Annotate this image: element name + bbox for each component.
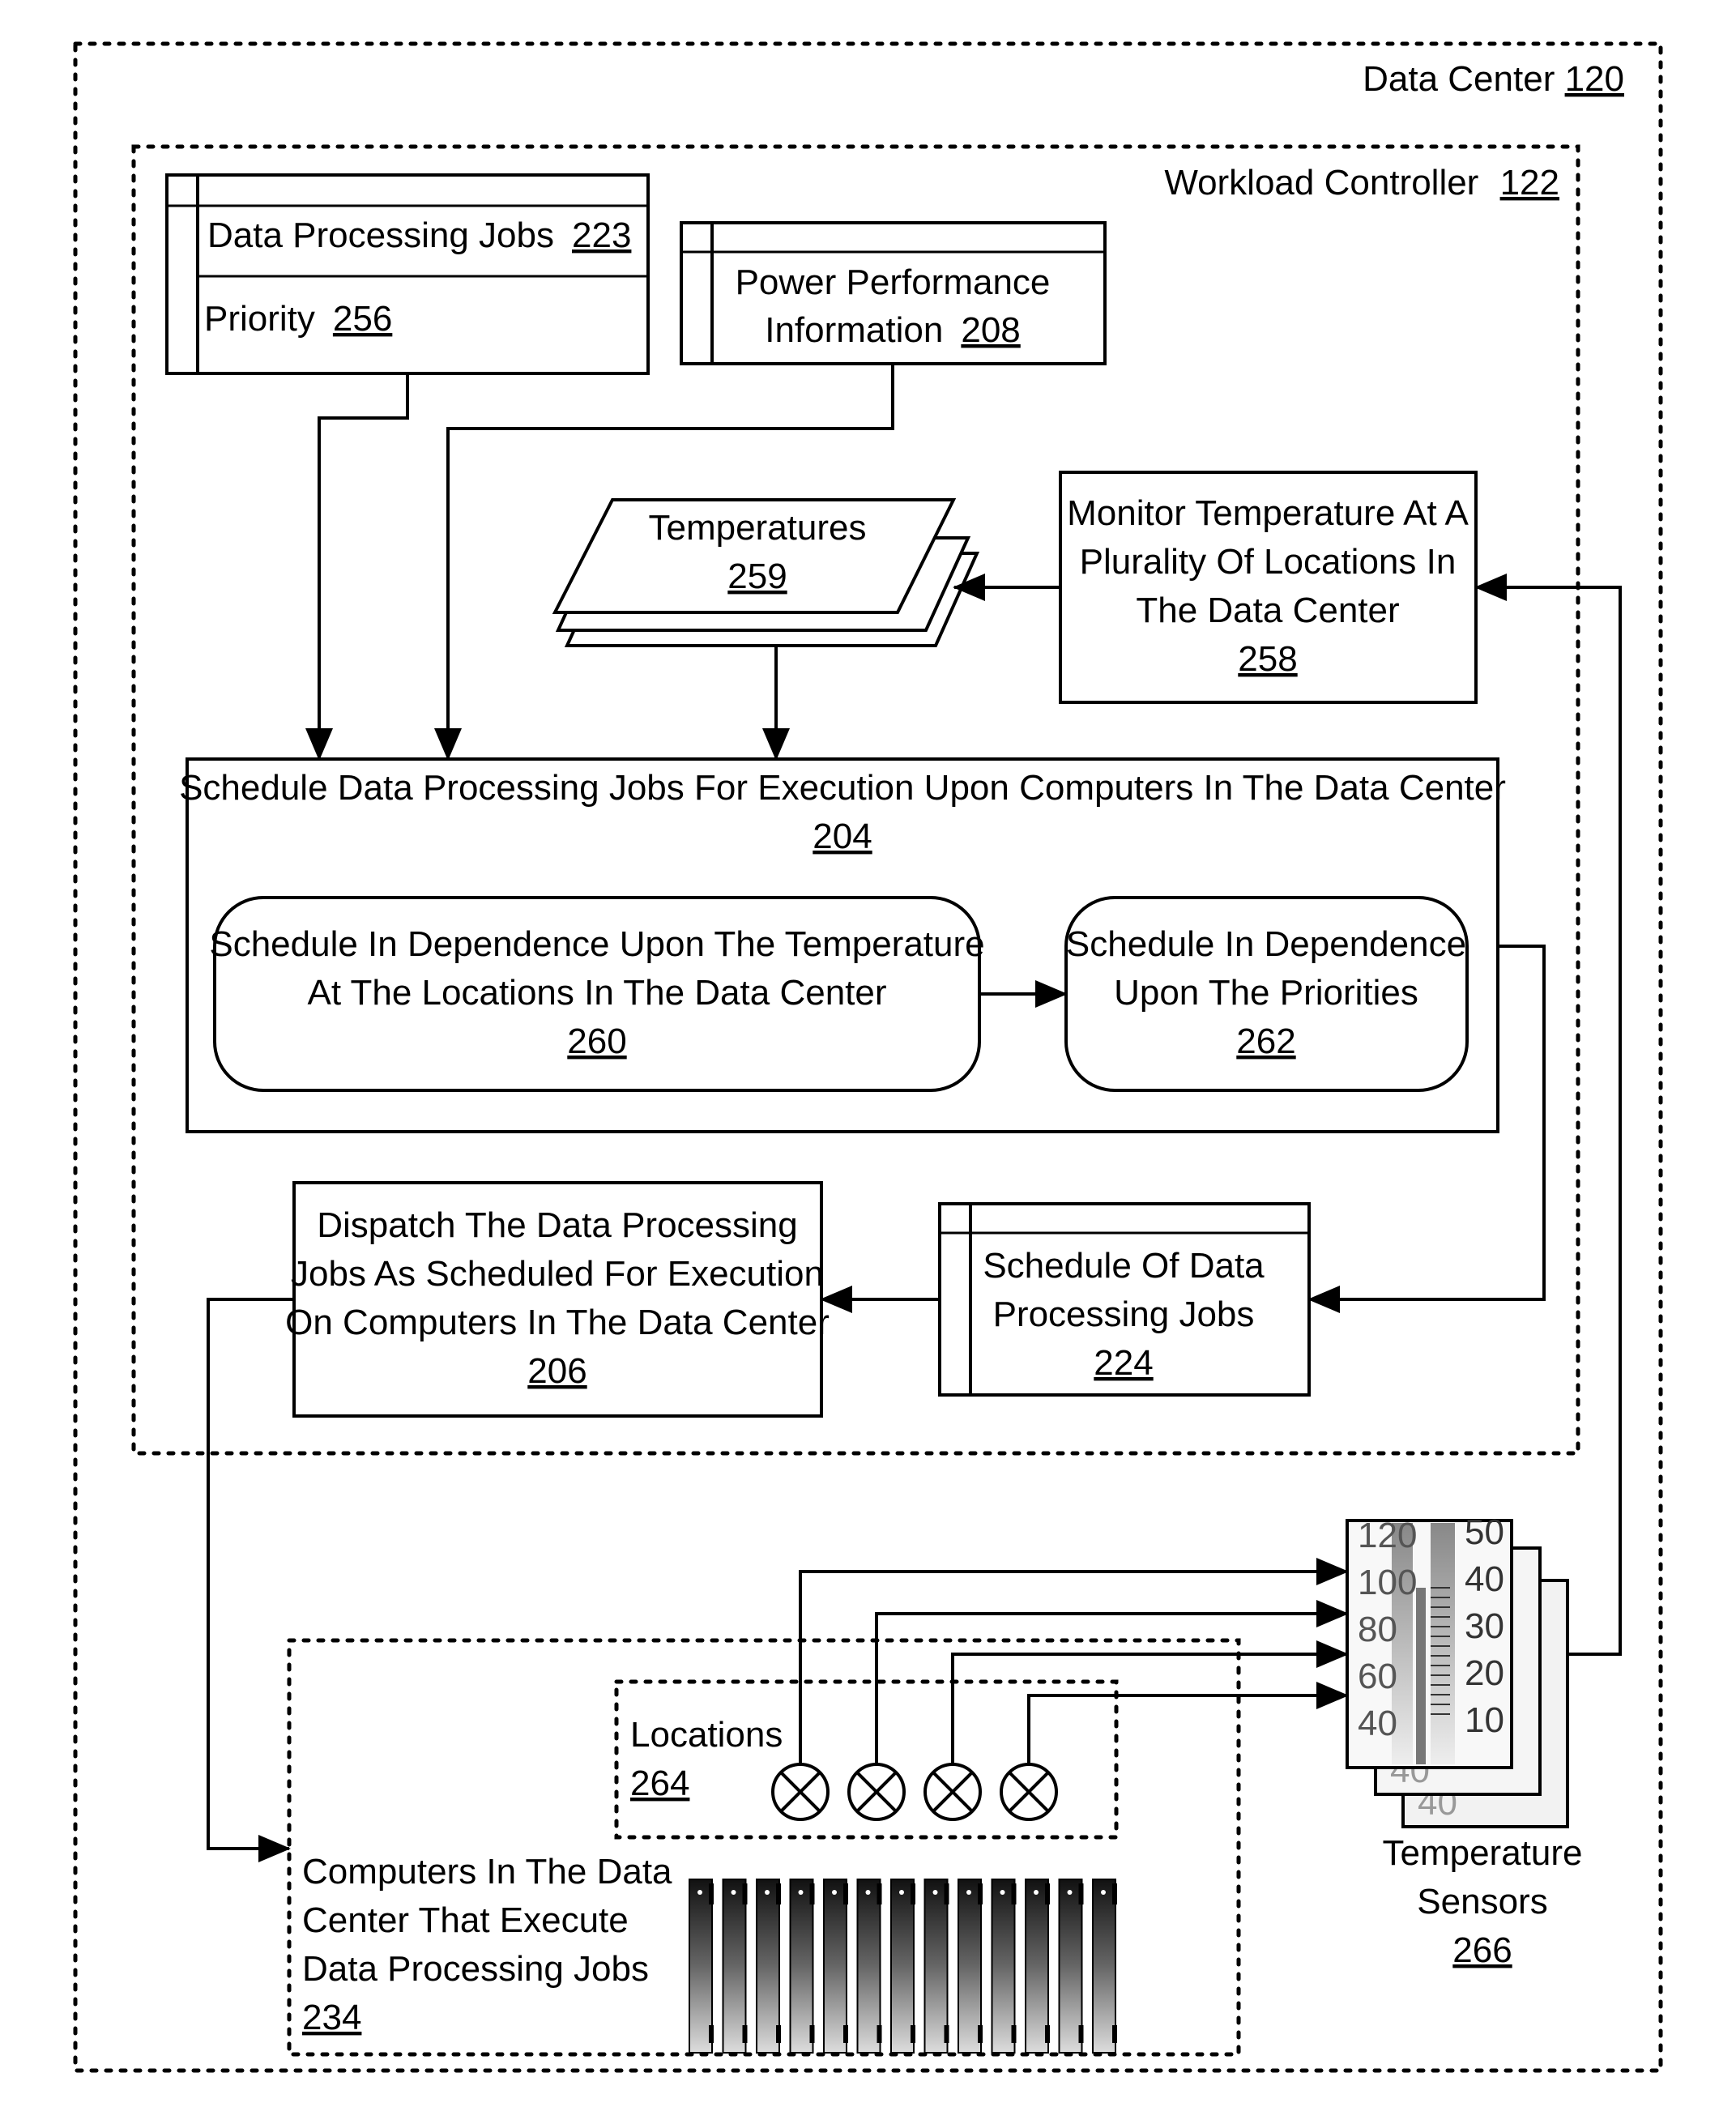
server-blade: [958, 1879, 983, 2054]
power-performance-table[interactable]: Power Performance Information 208: [680, 221, 1107, 365]
server-blade: [1025, 1879, 1050, 2054]
scale-left-label: 120: [1358, 1516, 1417, 1555]
data-center-label: Data Center 120: [1363, 59, 1624, 99]
server-blade: [991, 1879, 1017, 2054]
server-blade: [789, 1879, 815, 2054]
dispatch-ref: 206: [527, 1351, 586, 1391]
data-processing-jobs-table[interactable]: Data Processing Jobs 223 Priority 256: [165, 173, 650, 375]
location-marker-icon: [847, 1763, 906, 1821]
arrow-location-to-sensor: [1027, 1682, 1349, 1764]
dispatch-line1: Dispatch The Data Processing: [317, 1205, 797, 1245]
monitor-ref: 258: [1238, 639, 1297, 679]
temperatures-ref: 259: [727, 557, 787, 596]
monitor-line2: Plurality Of Locations In: [1080, 542, 1457, 582]
scale-left-label: 100: [1358, 1563, 1417, 1602]
schedule-temperature-ref: 260: [567, 1022, 626, 1061]
schedule-priorities-ref: 262: [1236, 1022, 1295, 1061]
dispatch-line2: Jobs As Scheduled For Execution: [291, 1254, 824, 1294]
server-blade: [756, 1879, 781, 2054]
server-blade: [890, 1879, 915, 2054]
monitor-temperature-box[interactable]: Monitor Temperature At A Plurality Of Lo…: [1059, 471, 1478, 704]
server-blade: [823, 1879, 848, 2054]
server-blade: [1092, 1879, 1117, 2054]
sensors-line1: Temperature: [1382, 1833, 1582, 1873]
scale-left-label: 40: [1358, 1704, 1397, 1743]
sensors-ref: 266: [1452, 1930, 1512, 1970]
dispatch-line3: On Computers In The Data Center: [285, 1303, 830, 1342]
location-marker-icon: [771, 1763, 830, 1821]
arrow-location-to-sensor: [951, 1640, 1349, 1764]
computers-ref: 234: [302, 1998, 361, 2037]
schedule-label: Schedule Data Processing Jobs For Execut…: [179, 768, 1506, 808]
arrow-location-to-sensor: [799, 1558, 1349, 1764]
server-blade: [689, 1879, 714, 2054]
schedule-of-jobs-line2: Processing Jobs: [993, 1294, 1255, 1334]
scale-right-label: 10: [1465, 1700, 1504, 1740]
locations-ref: 264: [630, 1764, 689, 1803]
power-performance-line2: Information 208: [765, 310, 1021, 350]
schedule-temperature-line2: At The Locations In The Data Center: [307, 973, 886, 1013]
arrow-dispatch-to-computers: [207, 1298, 294, 1862]
schedule-ref: 204: [813, 817, 872, 856]
schedule-by-priorities-step[interactable]: Schedule In Dependence Upon The Prioriti…: [1064, 896, 1469, 1092]
server-blade: [856, 1879, 882, 2054]
computers-line2: Center That Execute: [302, 1900, 629, 1940]
scale-left-label: 80: [1358, 1610, 1397, 1649]
location-markers: [771, 1763, 1058, 1821]
thermometer-icon: 120 100 80 60 40 50 40 30 20 10: [1346, 1512, 1513, 1769]
arrow-jobs-to-schedule: [305, 373, 409, 761]
server-blade: [1058, 1879, 1084, 2054]
diagram: Data Center 120 Workload Controller 122 …: [73, 41, 1663, 2073]
monitor-line3: The Data Center: [1136, 591, 1399, 630]
schedule-by-temperature-step[interactable]: Schedule In Dependence Upon The Temperat…: [209, 896, 985, 1092]
schedule-priorities-line2: Upon The Priorities: [1114, 973, 1418, 1013]
locations-label: Locations: [630, 1715, 783, 1755]
sensors-line2: Sensors: [1417, 1882, 1547, 1921]
scale-right-label: 40: [1465, 1559, 1504, 1599]
location-marker-icon: [923, 1763, 982, 1821]
computers-line1: Computers In The Data: [302, 1852, 672, 1892]
dispatch-box[interactable]: Dispatch The Data Processing Jobs As Sch…: [285, 1181, 830, 1418]
temperatures-label: Temperatures: [648, 508, 866, 548]
priority-field: Priority 256: [204, 299, 392, 339]
server-blade: [923, 1879, 949, 2054]
temperature-sensors[interactable]: 40 40 120 100 80 60 40 50 40 30 20 10 Temperature…: [1346, 1512, 1583, 1970]
computers-line3: Data Processing Jobs: [302, 1949, 649, 1989]
schedule-temperature-line1: Schedule In Dependence Upon The Temperat…: [209, 924, 984, 964]
scale-right-label: 20: [1465, 1653, 1504, 1693]
scale-left-label: 60: [1358, 1657, 1397, 1696]
monitor-line1: Monitor Temperature At A: [1067, 493, 1469, 533]
scale-right-label: 50: [1465, 1512, 1504, 1552]
schedule-of-jobs-table[interactable]: Schedule Of Data Processing Jobs 224: [938, 1202, 1311, 1397]
schedule-of-jobs-line1: Schedule Of Data: [983, 1246, 1265, 1286]
workload-controller-label: Workload Controller 122: [1164, 163, 1559, 203]
server-blade: [722, 1879, 748, 2054]
power-performance-line1: Power Performance: [736, 262, 1051, 302]
schedule-of-jobs-ref: 224: [1094, 1343, 1153, 1383]
server-rack: [689, 1879, 1117, 2054]
arrow-location-to-sensor: [875, 1600, 1349, 1764]
schedule-priorities-line1: Schedule In Dependence: [1066, 924, 1466, 964]
temperatures-stack[interactable]: Temperatures 259: [552, 498, 980, 647]
location-marker-icon: [1000, 1763, 1058, 1821]
scale-right-label: 30: [1465, 1606, 1504, 1646]
